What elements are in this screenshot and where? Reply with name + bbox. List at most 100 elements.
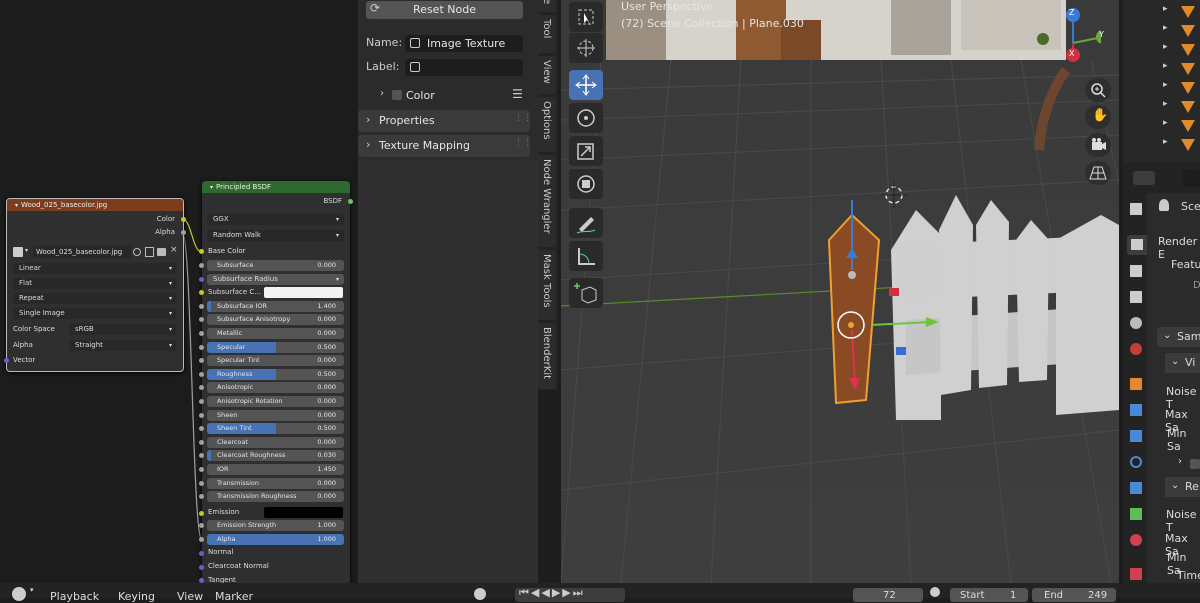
color-checkbox[interactable] bbox=[392, 90, 402, 100]
value-slider[interactable]: Transmission 0.000 bbox=[207, 477, 344, 489]
image-texture-node[interactable]: ▾ Wood_025_basecolor.jpg Color Alpha ▾ Wo… bbox=[4, 198, 186, 372]
input-socket[interactable] bbox=[199, 317, 204, 323]
drag-handle-icon[interactable]: ⋮⋮ bbox=[514, 138, 532, 148]
tab-node[interactable]: e bbox=[538, 0, 556, 12]
input-socket[interactable] bbox=[199, 358, 204, 364]
input-socket[interactable] bbox=[199, 385, 204, 391]
chevron-right-icon[interactable]: ▸ bbox=[1163, 23, 1168, 33]
constraints-icon[interactable] bbox=[1130, 482, 1142, 494]
chevron-right-icon[interactable]: ▸ bbox=[1163, 4, 1168, 14]
outliner-row[interactable]: ▸ bbox=[1123, 42, 1200, 58]
input-socket[interactable] bbox=[199, 439, 204, 445]
pan-button[interactable]: ✋ bbox=[1085, 105, 1111, 129]
input-socket[interactable] bbox=[199, 523, 204, 528]
output-color-socket[interactable] bbox=[181, 217, 186, 222]
fake-user-icon[interactable] bbox=[133, 248, 141, 256]
navigation-gizmo[interactable]: Z Y X bbox=[1031, 5, 1110, 70]
chevron-right-icon[interactable]: ▸ bbox=[1163, 42, 1168, 52]
close-icon[interactable]: × bbox=[170, 245, 178, 255]
input-socket[interactable] bbox=[199, 536, 204, 542]
transform-tool[interactable] bbox=[569, 169, 603, 199]
input-socket[interactable] bbox=[199, 426, 204, 432]
rotate-tool[interactable] bbox=[569, 103, 603, 133]
sampling-panel-header[interactable]: ⌄ Sam bbox=[1157, 327, 1200, 347]
value-slider[interactable]: Clearcoat 0.000 bbox=[207, 436, 344, 448]
value-slider[interactable]: Alpha 1.000 bbox=[207, 533, 344, 545]
alpha-mode-dropdown[interactable]: Straight ▾ bbox=[69, 340, 177, 351]
source-dropdown[interactable]: Single Image ▾ bbox=[13, 308, 177, 319]
label-field[interactable] bbox=[405, 59, 523, 76]
editor-type-button[interactable] bbox=[1133, 171, 1155, 185]
input-socket[interactable] bbox=[199, 412, 204, 418]
value-slider[interactable]: Transmission Roughness 0.000 bbox=[207, 491, 344, 503]
render-tab[interactable] bbox=[1127, 235, 1147, 255]
interpolation-dropdown[interactable]: Linear ▾ bbox=[13, 263, 177, 274]
end-frame-field[interactable]: End 249 bbox=[1032, 588, 1116, 602]
image-selector[interactable]: ▾ Wood_025_basecolor.jpg × bbox=[13, 245, 178, 259]
output-icon[interactable] bbox=[1130, 265, 1142, 277]
value-slider[interactable]: Anisotropic 0.000 bbox=[207, 382, 344, 394]
value-slider[interactable]: Sheen Tint 0.500 bbox=[207, 423, 344, 435]
clearcoat-normal-socket[interactable] bbox=[199, 565, 204, 570]
current-frame-field[interactable]: 72 bbox=[853, 588, 923, 602]
view-menu[interactable]: View bbox=[177, 590, 203, 603]
duplicate-icon[interactable] bbox=[145, 247, 154, 257]
render-subpanel-header[interactable]: ⌄ Re bbox=[1165, 477, 1200, 497]
clock-icon[interactable] bbox=[930, 587, 940, 597]
marker-menu[interactable]: Marker bbox=[215, 590, 253, 603]
auto-keying-icon[interactable] bbox=[474, 588, 486, 600]
value-slider[interactable]: Specular 0.500 bbox=[207, 341, 344, 353]
move-tool[interactable] bbox=[569, 70, 603, 100]
color-panel-header[interactable]: › Color ☰ bbox=[378, 87, 533, 105]
value-slider[interactable]: Subsurface 0.000 bbox=[207, 260, 344, 271]
subsurface-method-dropdown[interactable]: Random Walk ▾ bbox=[207, 230, 344, 241]
properties-panel-header[interactable]: › Properties ⋮⋮ bbox=[358, 110, 532, 132]
output-bsdf-socket[interactable] bbox=[348, 199, 353, 204]
value-slider[interactable]: Metallic 0.000 bbox=[207, 328, 344, 339]
value-slider[interactable]: Anisotropic Rotation 0.000 bbox=[207, 396, 344, 407]
input-socket[interactable] bbox=[199, 453, 204, 459]
physics-icon[interactable] bbox=[1130, 456, 1142, 468]
zoom-button[interactable] bbox=[1085, 78, 1111, 102]
emission-color-swatch[interactable] bbox=[264, 507, 343, 518]
value-slider[interactable]: Sheen 0.000 bbox=[207, 409, 344, 421]
input-socket[interactable] bbox=[199, 494, 204, 500]
value-slider[interactable]: Emission Strength 1.000 bbox=[207, 520, 344, 531]
clock-icon[interactable] bbox=[12, 587, 26, 601]
add-cube-tool[interactable] bbox=[569, 278, 603, 308]
image-name-field[interactable]: Wood_025_basecolor.jpg bbox=[33, 246, 131, 258]
scene-icon[interactable] bbox=[1130, 317, 1142, 329]
input-socket[interactable] bbox=[199, 263, 204, 268]
emission-socket[interactable] bbox=[199, 511, 204, 516]
color-space-dropdown[interactable]: sRGB ▾ bbox=[69, 324, 177, 335]
search-field[interactable] bbox=[1183, 169, 1200, 187]
tab-tool[interactable]: Tool bbox=[538, 15, 556, 53]
list-icon[interactable]: ☰ bbox=[512, 87, 523, 101]
playback-controls[interactable]: ⏮◀◀▶▶⏭ bbox=[515, 586, 625, 602]
outliner-row[interactable]: ▸ bbox=[1123, 80, 1200, 96]
object-icon[interactable] bbox=[1130, 378, 1142, 390]
value-slider[interactable]: Subsurface IOR 1.400 bbox=[207, 300, 344, 312]
3d-viewport[interactable]: User Perspective (72) Scene Collection |… bbox=[561, 0, 1119, 583]
node-editor[interactable]: ▾ Wood_025_basecolor.jpg Color Alpha ▾ Wo… bbox=[0, 0, 358, 583]
subsurface-radius-socket[interactable] bbox=[199, 276, 204, 282]
viewport-subpanel-header[interactable]: ⌄ Vi bbox=[1165, 353, 1200, 373]
value-slider[interactable]: Specular Tint 0.000 bbox=[207, 355, 344, 367]
tab-blenderkit[interactable]: BlenderKit bbox=[538, 323, 556, 389]
outliner-row[interactable]: ▸ bbox=[1123, 99, 1200, 115]
principled-bsdf-node[interactable]: ▾ Principled BSDF BSDF GGX ▾ Random Walk ▾ … bbox=[199, 181, 353, 583]
input-socket[interactable] bbox=[199, 399, 204, 404]
value-slider[interactable]: Subsurface Anisotropy 0.000 bbox=[207, 314, 344, 326]
start-frame-field[interactable]: Start 1 bbox=[950, 588, 1028, 602]
perspective-toggle-button[interactable] bbox=[1085, 161, 1111, 185]
drag-handle-icon[interactable]: ⋮⋮ bbox=[514, 113, 532, 123]
input-socket[interactable] bbox=[199, 331, 204, 336]
texture-mapping-panel-header[interactable]: › Texture Mapping ⋮⋮ bbox=[358, 135, 532, 157]
keying-menu[interactable]: Keying bbox=[118, 590, 155, 603]
input-socket[interactable] bbox=[199, 344, 204, 350]
data-icon[interactable] bbox=[1130, 508, 1142, 520]
material-icon[interactable] bbox=[1130, 534, 1142, 546]
normal-socket[interactable] bbox=[199, 551, 204, 556]
outliner-row[interactable]: ▸ bbox=[1123, 4, 1200, 20]
image-node-header[interactable]: ▾ Wood_025_basecolor.jpg bbox=[7, 199, 183, 211]
